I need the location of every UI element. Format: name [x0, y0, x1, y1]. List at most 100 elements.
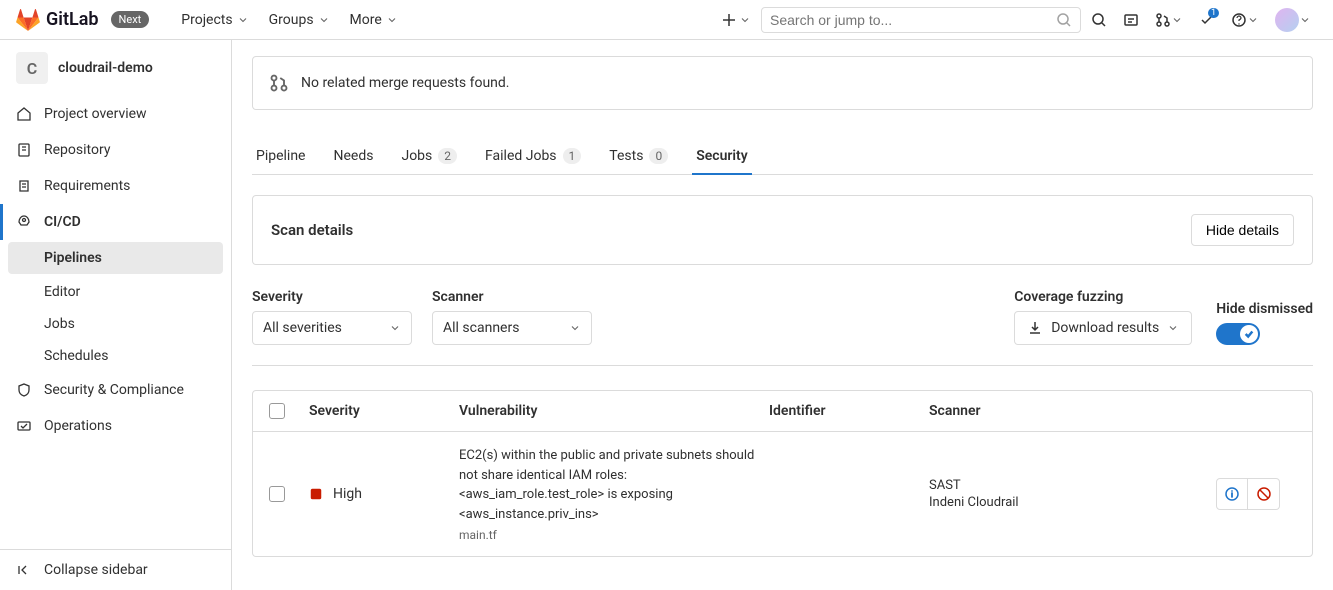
filter-label-scanner: Scanner [432, 289, 592, 305]
sidebar-item-label: Operations [44, 418, 112, 434]
tab-count-badge: 0 [649, 148, 668, 164]
user-menu-button[interactable] [1269, 2, 1317, 38]
scanner-name: SAST [929, 478, 1216, 493]
nav-more-label: More [350, 12, 382, 28]
scan-details-card: Scan details Hide details [252, 195, 1313, 265]
sidebar-item-requirements[interactable]: Requirements [0, 168, 231, 204]
sidebar-subitem-editor[interactable]: Editor [0, 276, 231, 308]
project-header[interactable]: C cloudrail-demo [0, 40, 231, 96]
th-vulnerability: Vulnerability [459, 403, 769, 419]
vulnerability-text[interactable]: EC2(s) within the public and private sub… [459, 446, 769, 524]
tab-label: Security [696, 148, 748, 164]
scanner-dropdown[interactable]: All scanners [432, 311, 592, 345]
info-button[interactable] [1216, 478, 1248, 510]
gitlab-logo[interactable]: GitLab [16, 8, 99, 32]
severity-text: High [333, 486, 362, 502]
chevron-down-icon [386, 14, 398, 26]
sidebar-item-label: Project overview [44, 106, 147, 122]
th-severity: Severity [309, 403, 459, 419]
tab-label: Jobs [401, 148, 432, 164]
sidebar-subitem-pipelines[interactable]: Pipelines [8, 242, 223, 274]
collapse-sidebar-button[interactable]: Collapse sidebar [0, 549, 231, 590]
coverage-fuzzing-filter: Coverage fuzzing Download results [1014, 289, 1192, 345]
chevron-down-icon [318, 14, 330, 26]
nav-projects-label: Projects [181, 12, 232, 28]
severity-filter: Severity All severities [252, 289, 412, 345]
todos-button[interactable]: 1 [1193, 6, 1221, 34]
scanner-filter: Scanner All scanners [432, 289, 592, 345]
tab-jobs[interactable]: Jobs 2 [397, 138, 461, 174]
table-header: Severity Vulnerability Identifier Scanne… [253, 391, 1312, 432]
tab-security[interactable]: Security [692, 138, 752, 174]
tab-tests[interactable]: Tests 0 [605, 138, 672, 174]
sidebar-item-cicd[interactable]: CI/CD [0, 204, 231, 240]
tab-failed-jobs[interactable]: Failed Jobs 1 [481, 138, 585, 174]
chevron-down-icon [1167, 322, 1179, 334]
sidebar-item-security-compliance[interactable]: Security & Compliance [0, 372, 231, 408]
tab-pipeline[interactable]: Pipeline [252, 138, 310, 174]
gitlab-logo-text: GitLab [46, 9, 99, 30]
issues-icon [1123, 12, 1139, 28]
search-input[interactable] [770, 12, 1056, 28]
chevron-down-icon [1247, 14, 1259, 26]
select-all-checkbox[interactable] [269, 403, 285, 419]
requirements-icon [16, 178, 32, 194]
row-checkbox[interactable] [269, 486, 285, 502]
sidebar-item-operations[interactable]: Operations [0, 408, 231, 444]
mr-banner-text: No related merge requests found. [301, 75, 509, 91]
mr-banner: No related merge requests found. [252, 56, 1313, 110]
nav-more[interactable]: More [342, 8, 406, 32]
sidebar-item-label: Jobs [44, 316, 75, 332]
operations-icon [16, 418, 32, 434]
nav-projects[interactable]: Projects [173, 8, 256, 32]
merge-requests-button[interactable] [1149, 6, 1189, 34]
chevron-down-icon [389, 322, 401, 334]
issues-button[interactable] [1117, 6, 1145, 34]
sidebar-item-label: Repository [44, 142, 110, 158]
sidebar-menu: Project overview Repository Requirements… [0, 96, 231, 549]
search-button[interactable] [1085, 6, 1113, 34]
sidebar-subitem-schedules[interactable]: Schedules [0, 340, 231, 372]
plus-icon [721, 12, 737, 28]
merge-request-icon [1155, 12, 1171, 28]
info-icon [1224, 486, 1240, 502]
download-label: Download results [1051, 320, 1159, 336]
repository-icon [16, 142, 32, 158]
sidebar-item-label: Requirements [44, 178, 130, 194]
th-identifier: Identifier [769, 403, 929, 419]
search-icon [1091, 12, 1107, 28]
pipeline-tabs: Pipeline Needs Jobs 2 Failed Jobs 1 Test… [252, 138, 1313, 175]
chevron-down-icon [1171, 14, 1183, 26]
dismiss-button[interactable] [1248, 478, 1280, 510]
nav-groups[interactable]: Groups [261, 8, 338, 32]
sidebar-item-repository[interactable]: Repository [0, 132, 231, 168]
dismiss-icon [1256, 486, 1272, 502]
filter-label-coverage: Coverage fuzzing [1014, 289, 1192, 305]
severity-high-icon [309, 487, 323, 501]
next-badge: Next [111, 11, 150, 28]
search-box[interactable] [761, 7, 1081, 33]
hide-details-button[interactable]: Hide details [1191, 214, 1294, 246]
vulnerability-file: main.tf [459, 528, 769, 542]
help-icon [1231, 12, 1247, 28]
merge-request-icon [269, 73, 289, 93]
create-new-button[interactable] [715, 6, 757, 34]
hide-dismissed-label: Hide dismissed [1216, 301, 1313, 317]
download-results-button[interactable]: Download results [1014, 311, 1192, 345]
home-icon [16, 106, 32, 122]
tab-needs[interactable]: Needs [330, 138, 378, 174]
help-button[interactable] [1225, 6, 1265, 34]
hide-dismissed-toggle[interactable] [1216, 323, 1260, 345]
project-name: cloudrail-demo [58, 60, 153, 76]
filter-label-severity: Severity [252, 289, 412, 305]
chevron-down-icon [569, 322, 581, 334]
collapse-icon [16, 562, 32, 578]
severity-dropdown[interactable]: All severities [252, 311, 412, 345]
sidebar-subitem-jobs[interactable]: Jobs [0, 308, 231, 340]
sidebar-item-label: Editor [44, 284, 80, 300]
check-icon [1244, 329, 1254, 339]
sidebar-item-project-overview[interactable]: Project overview [0, 96, 231, 132]
tab-label: Tests [609, 148, 643, 164]
tab-label: Failed Jobs [485, 148, 557, 164]
tab-label: Needs [334, 148, 374, 164]
